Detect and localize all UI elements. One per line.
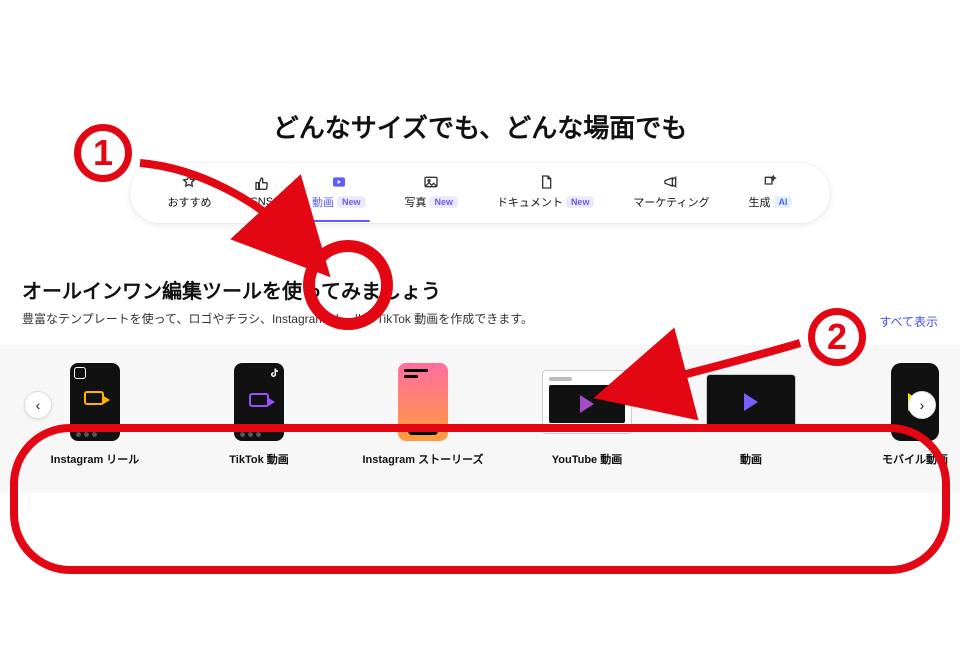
template-card-youtube[interactable]: YouTube 動画: [532, 363, 642, 467]
template-card-mobile-video[interactable]: モバイル動画: [860, 363, 960, 467]
document-icon: [537, 173, 555, 191]
new-badge: New: [429, 196, 458, 208]
tab-document[interactable]: ドキュメント New: [491, 167, 601, 220]
tab-recommended[interactable]: おすすめ: [161, 167, 217, 220]
view-all-link[interactable]: すべて表示: [879, 313, 938, 330]
star-icon: [180, 173, 198, 191]
image-icon: [422, 173, 440, 191]
tab-label: おすすめ: [167, 194, 211, 210]
tab-generate[interactable]: 生成 AI: [742, 167, 798, 220]
new-badge: New: [337, 196, 366, 208]
card-label: TikTok 動画: [229, 451, 289, 467]
category-tabbar: おすすめ SNS 動画 New 写真 New ドキュメント New: [130, 163, 830, 223]
sparkle-icon: [761, 173, 779, 191]
carousel-prev-button[interactable]: ‹: [24, 391, 52, 419]
tab-photo[interactable]: 写真 New: [398, 167, 464, 220]
tab-sns[interactable]: SNS: [244, 169, 279, 218]
card-label: Instagram ストーリーズ: [362, 451, 483, 467]
card-label: モバイル動画: [882, 451, 948, 467]
card-label: 動画: [740, 451, 762, 467]
play-icon: [330, 173, 348, 191]
section-subheading: 豊富なテンプレートを使って、ロゴやチラシ、Instagram リールやTikTo…: [22, 310, 938, 327]
hero-title: どんなサイズでも、どんな場面でも: [0, 108, 960, 145]
template-carousel: ‹ › Instagram リール TikTok 動画 Instagram スト…: [0, 345, 960, 493]
template-card-instagram-story[interactable]: Instagram ストーリーズ: [368, 363, 478, 467]
new-badge: New: [566, 196, 595, 208]
tab-label: SNS: [250, 196, 273, 208]
ai-badge: AI: [773, 196, 792, 208]
section-heading: オールインワン編集ツールを使ってみましょう: [22, 275, 938, 304]
tab-marketing[interactable]: マーケティング: [627, 167, 715, 220]
tools-section: オールインワン編集ツールを使ってみましょう 豊富なテンプレートを使って、ロゴやチ…: [0, 275, 960, 327]
tab-label: 写真: [404, 194, 426, 210]
card-label: Instagram リール: [51, 451, 140, 467]
tab-label: マーケティング: [633, 194, 709, 210]
tab-label: 動画: [312, 194, 334, 210]
thumbsup-icon: [253, 175, 271, 193]
template-card-instagram-reel[interactable]: Instagram リール: [40, 363, 150, 467]
template-card-video[interactable]: 動画: [696, 363, 806, 467]
tab-label: ドキュメント: [497, 194, 563, 210]
carousel-next-button[interactable]: ›: [908, 391, 936, 419]
megaphone-icon: [662, 173, 680, 191]
tab-video[interactable]: 動画 New: [306, 167, 372, 220]
template-card-tiktok[interactable]: TikTok 動画: [204, 363, 314, 467]
card-label: YouTube 動画: [552, 451, 622, 467]
tab-label: 生成: [748, 194, 770, 210]
